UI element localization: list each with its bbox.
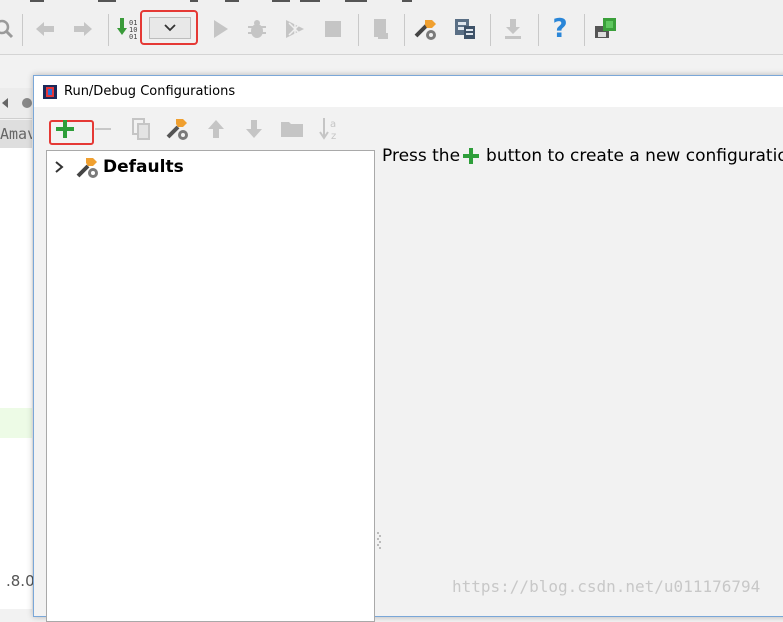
search-icon[interactable] [0,14,18,44]
download-icon[interactable] [500,14,526,44]
hint-text-before: Press the [382,146,461,166]
add-configuration-button[interactable] [52,118,78,144]
move-up-button[interactable] [203,118,229,144]
sdk-manager-icon[interactable] [452,14,478,44]
tree-item-label: Defaults [103,157,184,177]
editor-line-highlight [0,408,32,438]
run-configuration-dropdown[interactable] [140,10,198,45]
move-up-icon [206,118,226,144]
build-icon[interactable]: 01 10 01 [116,14,142,44]
copy-configuration-button[interactable] [128,118,154,144]
editor-tab-bar-fragment [0,88,32,119]
create-folder-button[interactable] [279,118,305,144]
edit-defaults-button[interactable] [165,118,191,144]
add-icon [462,147,480,165]
editor-area-fragment [0,148,32,609]
remove-icon [93,119,113,143]
configurations-tree[interactable]: Defaults [46,150,375,622]
svg-text:z: z [331,131,336,142]
edit-defaults-icon [165,116,191,146]
background-tab-fragment: Amav [0,120,32,149]
watermark: https://blog.csdn.net/u011176794 [452,577,761,596]
svg-text:01: 01 [129,33,137,41]
menu-bar-fragment [0,0,783,6]
remove-configuration-button[interactable] [90,118,116,144]
svg-text:a: a [330,119,336,130]
run-icon[interactable] [207,14,233,44]
splitter-handle[interactable] [376,530,382,552]
sort-button[interactable]: az [317,118,343,144]
tree-item-defaults[interactable]: Defaults [47,155,184,179]
help-glyph: ? [552,14,568,44]
device-manager-icon[interactable] [593,14,619,44]
back-arrow-icon[interactable] [32,14,58,44]
move-down-icon [244,118,264,144]
project-structure-icon[interactable] [413,14,439,44]
folder-icon [280,119,304,143]
move-down-button[interactable] [241,118,267,144]
copy-icon [130,117,152,145]
dialog-toolbar: az [34,110,374,148]
empty-state-hint: Press the button to create a new configu… [382,146,783,166]
chevron-down-icon[interactable] [149,17,191,39]
run-debug-configurations-dialog: Run/Debug Configurations a z Defaults Pr… [33,75,783,622]
forward-arrow-icon[interactable] [70,14,96,44]
coverage-icon[interactable] [282,14,308,44]
debug-icon[interactable] [244,14,270,44]
dialog-title: Run/Debug Configurations [64,84,236,99]
sort-icon: az [318,116,342,146]
chevron-right-icon[interactable] [53,160,65,174]
app-logo-icon [43,84,57,99]
main-toolbar: 01 10 01 ? [0,0,783,55]
version-fragment: .8.0 [6,572,35,590]
vcs-icon[interactable] [368,14,394,44]
defaults-icon [76,156,98,178]
hint-text-after: button to create a new configuratio [486,146,783,166]
dialog-titlebar[interactable]: Run/Debug Configurations [34,76,783,107]
stop-icon[interactable] [320,14,346,44]
add-icon [54,118,76,144]
help-icon[interactable]: ? [547,14,573,44]
